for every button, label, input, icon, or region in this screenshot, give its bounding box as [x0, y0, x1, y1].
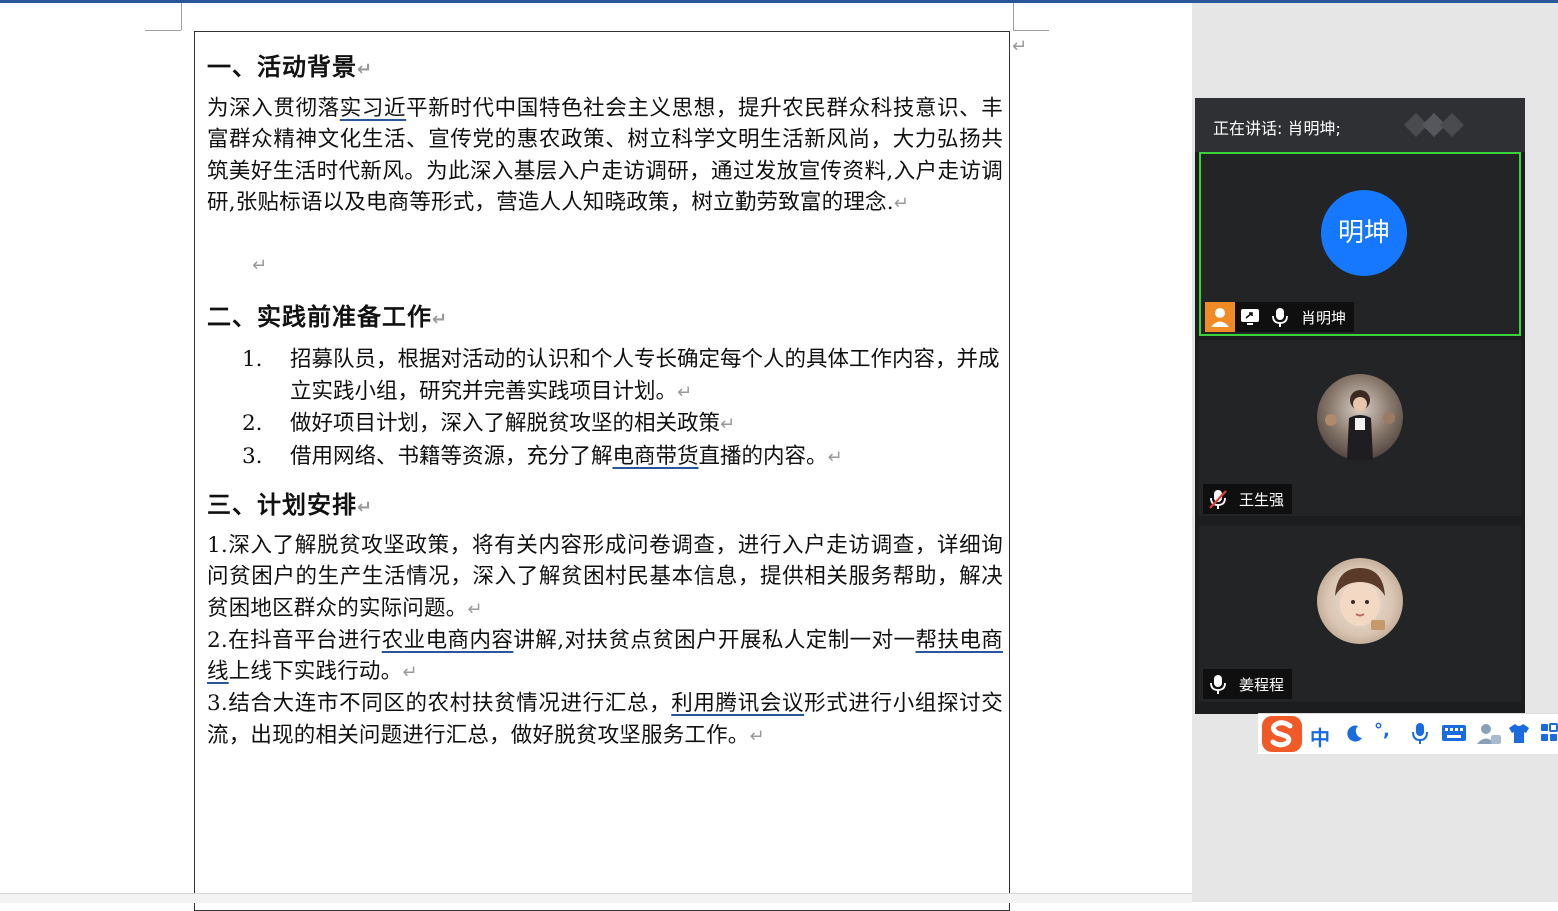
keyboard-icon[interactable]: [1441, 724, 1467, 742]
mic-muted-icon: [1203, 484, 1233, 514]
section-heading: 三、计划安排↵: [207, 490, 374, 519]
list-item: 1. 招募队员，根据对活动的认识和个人专长确定每个人的具体工作内容，并成立实践小…: [242, 347, 1000, 404]
sogou-logo-icon[interactable]: [1260, 714, 1304, 754]
meeting-panel: 正在讲话: 肖明坤; 明坤 肖明坤 王生强 姜程程: [1195, 98, 1525, 714]
avatar-photo: [1335, 568, 1385, 630]
meeting-header[interactable]: 正在讲话: 肖明坤;: [1195, 98, 1525, 152]
paragraph-mark: ↵: [1012, 36, 1028, 57]
avatar: [1317, 558, 1403, 644]
mic-icon: [1203, 669, 1233, 699]
participant-name-tag: 王生强: [1203, 484, 1293, 514]
crop-mark: [1013, 3, 1014, 30]
list-item: 3. 借用网络、书籍等资源，充分了解电商带货直播的内容。↵: [242, 443, 843, 469]
punctuation-toggle-button[interactable]: °,: [1374, 720, 1390, 741]
avatar-photo: [1325, 390, 1395, 460]
participant-tile[interactable]: 王生强: [1199, 340, 1521, 516]
ribbon-edge: [1192, 0, 1558, 3]
moon-icon[interactable]: [1344, 724, 1364, 744]
crop-mark: [145, 30, 181, 31]
shirt-icon[interactable]: [1508, 722, 1530, 744]
participant-tile[interactable]: 姜程程: [1199, 526, 1521, 702]
avatar: [1317, 374, 1403, 460]
participant-name-tag: 姜程程: [1203, 669, 1293, 699]
list-item: 2. 做好项目计划，深入了解脱贫攻坚的相关政策↵: [242, 411, 736, 436]
tencent-meeting-logo-icon: [1404, 113, 1464, 137]
grid-icon[interactable]: [1540, 722, 1558, 744]
screen-share-icon: [1235, 302, 1265, 332]
lang-toggle-button[interactable]: 中: [1310, 722, 1330, 751]
speaking-label: 正在讲话: 肖明坤;: [1213, 119, 1341, 138]
avatar: 明坤: [1321, 190, 1407, 276]
empty-paragraph-mark: ↵: [252, 255, 268, 276]
numbered-list[interactable]: 1. 招募队员，根据对活动的认识和个人专长确定每个人的具体工作内容，并成立实践小…: [242, 344, 1002, 473]
host-icon: [1205, 302, 1235, 332]
document-area: ↵ 一、活动背景↵ 为深入贯彻落实习近平新时代中国特色社会主义思想，提升农民群众…: [0, 0, 1192, 911]
crop-mark: [1013, 30, 1049, 31]
mic-icon[interactable]: [1410, 722, 1430, 746]
participant-name-tag: 肖明坤: [1205, 302, 1355, 332]
ime-toolbar[interactable]: 中 °,: [1258, 713, 1558, 754]
mic-icon: [1265, 302, 1295, 332]
section-heading: 二、实践前准备工作↵: [207, 302, 449, 331]
section-paragraph[interactable]: 为深入贯彻落实习近平新时代中国特色社会主义思想，提升农民群众科技意识、丰富群众精…: [207, 93, 1003, 219]
user-icon[interactable]: [1476, 722, 1502, 746]
crop-mark: [181, 3, 182, 30]
plan-paragraph[interactable]: 1.深入了解脱贫攻坚政策，将有关内容形成问卷调查，进行入户走访调查，详细询问贫困…: [207, 530, 1003, 752]
section-heading: 一、活动背景↵: [207, 52, 374, 81]
participant-tile[interactable]: 明坤 肖明坤: [1199, 152, 1521, 336]
